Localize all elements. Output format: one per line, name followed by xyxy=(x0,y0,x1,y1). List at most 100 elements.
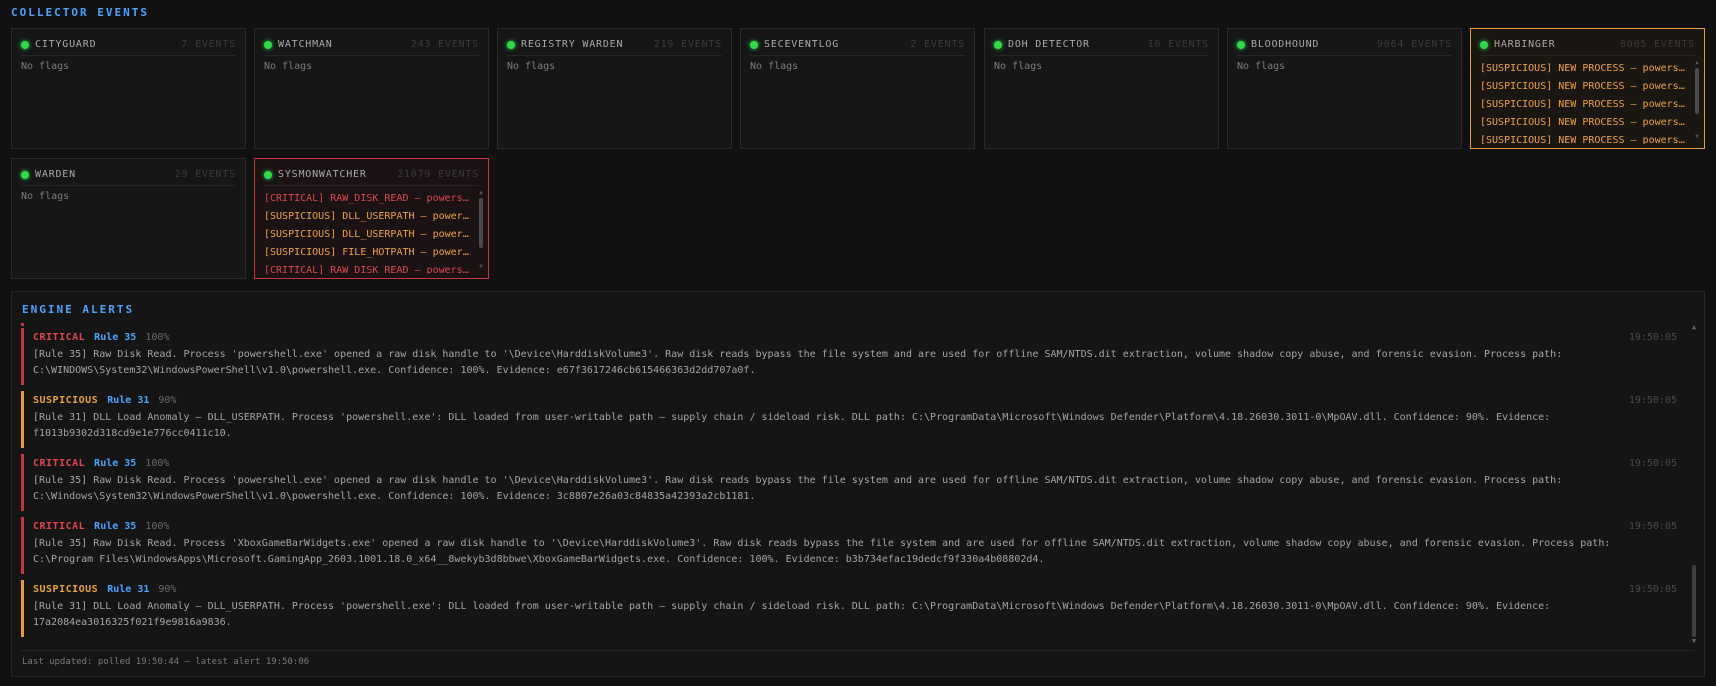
card-event-count: 21079 EVENTS xyxy=(397,169,479,180)
alert-message: [Rule 35] Raw Disk Read. Process 'powers… xyxy=(33,349,1563,376)
alert-time: 19:50:05 xyxy=(1628,584,1677,595)
flag-item[interactable]: [SUSPICIOUS] NEW PROCESS — powershell.ex… xyxy=(1480,114,1688,132)
alert-message: [Rule 35] Raw Disk Read. Process 'XboxGa… xyxy=(33,538,1611,565)
severity-label: CRITICAL xyxy=(33,332,86,343)
flag-item[interactable]: [SUSPICIOUS] FILE_HOTPATH — powershell.e… xyxy=(264,244,472,262)
flag-list[interactable]: [SUSPICIOUS] NEW PROCESS — powershell.ex… xyxy=(1480,60,1688,144)
collector-card-warden[interactable]: WARDEN 29 EVENTS No flags xyxy=(11,158,246,279)
scroll-up-icon[interactable]: ▲ xyxy=(1689,323,1699,331)
alert-time: 19:50:05 xyxy=(1628,395,1677,406)
no-flags-text: No flags xyxy=(1237,61,1286,72)
card-name: HARBINGER xyxy=(1494,39,1556,50)
rule-label: Rule 31 xyxy=(107,584,150,595)
collector-card-doh-detector[interactable]: DOH DETECTOR 10 EVENTS No flags xyxy=(984,28,1219,149)
alert-message: [Rule 31] DLL Load Anomaly — DLL_USERPAT… xyxy=(33,601,1551,628)
collector-card-bloodhound[interactable]: BLOODHOUND 9064 EVENTS No flags xyxy=(1227,28,1462,149)
card-scrollbar[interactable]: ▲ ▼ xyxy=(1694,60,1700,140)
scroll-down-icon[interactable]: ▼ xyxy=(478,264,484,270)
collector-card-harbinger[interactable]: HARBINGER 8005 EVENTS [SUSPICIOUS] NEW PR… xyxy=(1470,28,1705,149)
alert-item[interactable]: CRITICAL Rule 35 100% 19:50:05 [Rule 35] R… xyxy=(21,516,1681,574)
card-event-count: 243 EVENTS xyxy=(410,39,479,50)
flag-item[interactable]: [SUSPICIOUS] NEW PROCESS — powershell.ex… xyxy=(1480,96,1688,114)
scroll-down-icon[interactable]: ▼ xyxy=(1689,637,1699,645)
confidence-label: 100% xyxy=(145,332,170,343)
scroll-up-icon[interactable]: ▲ xyxy=(1694,60,1700,66)
card-name: CITYGUARD xyxy=(35,39,97,50)
alert-time: 19:50:05 xyxy=(1628,458,1677,469)
scroll-down-icon[interactable]: ▼ xyxy=(1694,134,1700,140)
card-event-count: 10 EVENTS xyxy=(1147,39,1209,50)
flag-item[interactable]: [CRITICAL] RAW_DISK_READ — powershell.ex… xyxy=(264,190,472,208)
severity-bar xyxy=(21,517,24,574)
card-event-count: 29 EVENTS xyxy=(174,169,236,180)
status-dot-icon xyxy=(750,40,758,49)
alerts-scrollbar[interactable]: ▲ ▼ xyxy=(1689,323,1699,645)
collector-card-seceventlog[interactable]: SECEVENTLOG 2 EVENTS No flags xyxy=(740,28,975,149)
flag-item[interactable]: [SUSPICIOUS] DLL_USERPATH — powershell.e… xyxy=(264,226,472,244)
card-name: WATCHMAN xyxy=(278,39,333,50)
alert-list[interactable]: CRITICAL Rule 35 100% 19:50:05 [Rule 35] R… xyxy=(21,323,1681,645)
card-name: REGISTRY WARDEN xyxy=(521,39,624,50)
no-flags-text: No flags xyxy=(507,61,556,72)
scroll-thumb[interactable] xyxy=(1695,68,1699,114)
no-flags-text: No flags xyxy=(994,61,1043,72)
confidence-label: 90% xyxy=(158,584,177,595)
engine-alerts-panel: ENGINE ALERTS CRITICAL Rule 35 100% 19:50:… xyxy=(11,291,1705,677)
alert-message: [Rule 31] DLL Load Anomaly — DLL_USERPAT… xyxy=(33,412,1551,439)
alert-item[interactable]: SUSPICIOUS Rule 31 90% 19:50:05 [Rule 31] … xyxy=(21,390,1681,448)
severity-bar xyxy=(21,391,24,448)
no-flags-text: No flags xyxy=(264,61,313,72)
flag-item[interactable]: [SUSPICIOUS] NEW PROCESS — powershell.ex… xyxy=(1480,60,1688,78)
collector-events-title: COLLECTOR EVENTS xyxy=(11,6,149,19)
rule-label: Rule 35 xyxy=(94,458,137,469)
no-flags-text: No flags xyxy=(21,191,70,202)
alert-time: 19:50:05 xyxy=(1628,521,1677,532)
severity-label: CRITICAL xyxy=(33,458,86,469)
scroll-up-icon[interactable]: ▲ xyxy=(478,190,484,196)
rule-label: Rule 35 xyxy=(94,332,137,343)
status-dot-icon xyxy=(21,40,29,49)
scroll-thumb[interactable] xyxy=(479,198,483,248)
card-event-count: 2 EVENTS xyxy=(910,39,965,50)
rule-label: Rule 35 xyxy=(94,521,137,532)
card-name: DOH DETECTOR xyxy=(1008,39,1090,50)
card-name: SECEVENTLOG xyxy=(764,39,840,50)
card-event-count: 8005 EVENTS xyxy=(1619,39,1695,50)
alert-message: [Rule 35] Raw Disk Read. Process 'powers… xyxy=(33,475,1563,502)
severity-label: CRITICAL xyxy=(33,521,86,532)
card-name: BLOODHOUND xyxy=(1251,39,1320,50)
alert-time: 19:50:05 xyxy=(1628,332,1677,343)
status-dot-icon xyxy=(21,170,29,179)
flag-item[interactable]: [SUSPICIOUS] NEW PROCESS — powershell.ex… xyxy=(1480,78,1688,96)
no-flags-text: No flags xyxy=(750,61,799,72)
flag-list[interactable]: [CRITICAL] RAW_DISK_READ — powershell.ex… xyxy=(264,190,472,274)
confidence-label: 90% xyxy=(158,395,177,406)
collector-card-sysmonwatcher[interactable]: SYSMONWATCHER 21079 EVENTS [CRITICAL] RAW… xyxy=(254,158,489,279)
alert-item[interactable]: CRITICAL Rule 35 100% 19:50:05 [Rule 35] R… xyxy=(21,453,1681,511)
collector-card-watchman[interactable]: WATCHMAN 243 EVENTS No flags xyxy=(254,28,489,149)
severity-bar xyxy=(21,454,24,511)
rule-label: Rule 31 xyxy=(107,395,150,406)
alert-item[interactable]: SUSPICIOUS Rule 31 90% 19:50:05 [Rule 31] … xyxy=(21,579,1681,637)
no-flags-text: No flags xyxy=(21,61,70,72)
alert-item[interactable]: CRITICAL Rule 35 100% 19:50:05 [Rule 35] R… xyxy=(21,327,1681,385)
status-dot-icon xyxy=(507,40,515,49)
flag-item[interactable]: [SUSPICIOUS] NEW PROCESS — powershell.ex… xyxy=(1480,132,1688,144)
status-dot-icon xyxy=(1480,40,1488,49)
engine-alerts-title: ENGINE ALERTS xyxy=(22,303,135,316)
collector-card-registry-warden[interactable]: REGISTRY WARDEN 219 EVENTS No flags xyxy=(497,28,732,149)
card-name: WARDEN xyxy=(35,169,76,180)
severity-label: SUSPICIOUS xyxy=(33,395,99,406)
card-event-count: 219 EVENTS xyxy=(653,39,722,50)
severity-bar xyxy=(21,328,24,385)
card-event-count: 9064 EVENTS xyxy=(1376,39,1452,50)
card-scrollbar[interactable]: ▲ ▼ xyxy=(478,190,484,270)
scroll-thumb[interactable] xyxy=(1692,565,1696,637)
status-dot-icon xyxy=(264,170,272,179)
last-updated-status: Last updated: polled 19:50:44 — latest a… xyxy=(22,657,310,667)
status-dot-icon xyxy=(994,40,1002,49)
flag-item[interactable]: [SUSPICIOUS] DLL_USERPATH — powershell.e… xyxy=(264,208,472,226)
flag-item[interactable]: [CRITICAL] RAW_DISK_READ — powershell.ex… xyxy=(264,262,472,274)
collector-card-cityguard[interactable]: CITYGUARD 7 EVENTS No flags xyxy=(11,28,246,149)
status-dot-icon xyxy=(264,40,272,49)
